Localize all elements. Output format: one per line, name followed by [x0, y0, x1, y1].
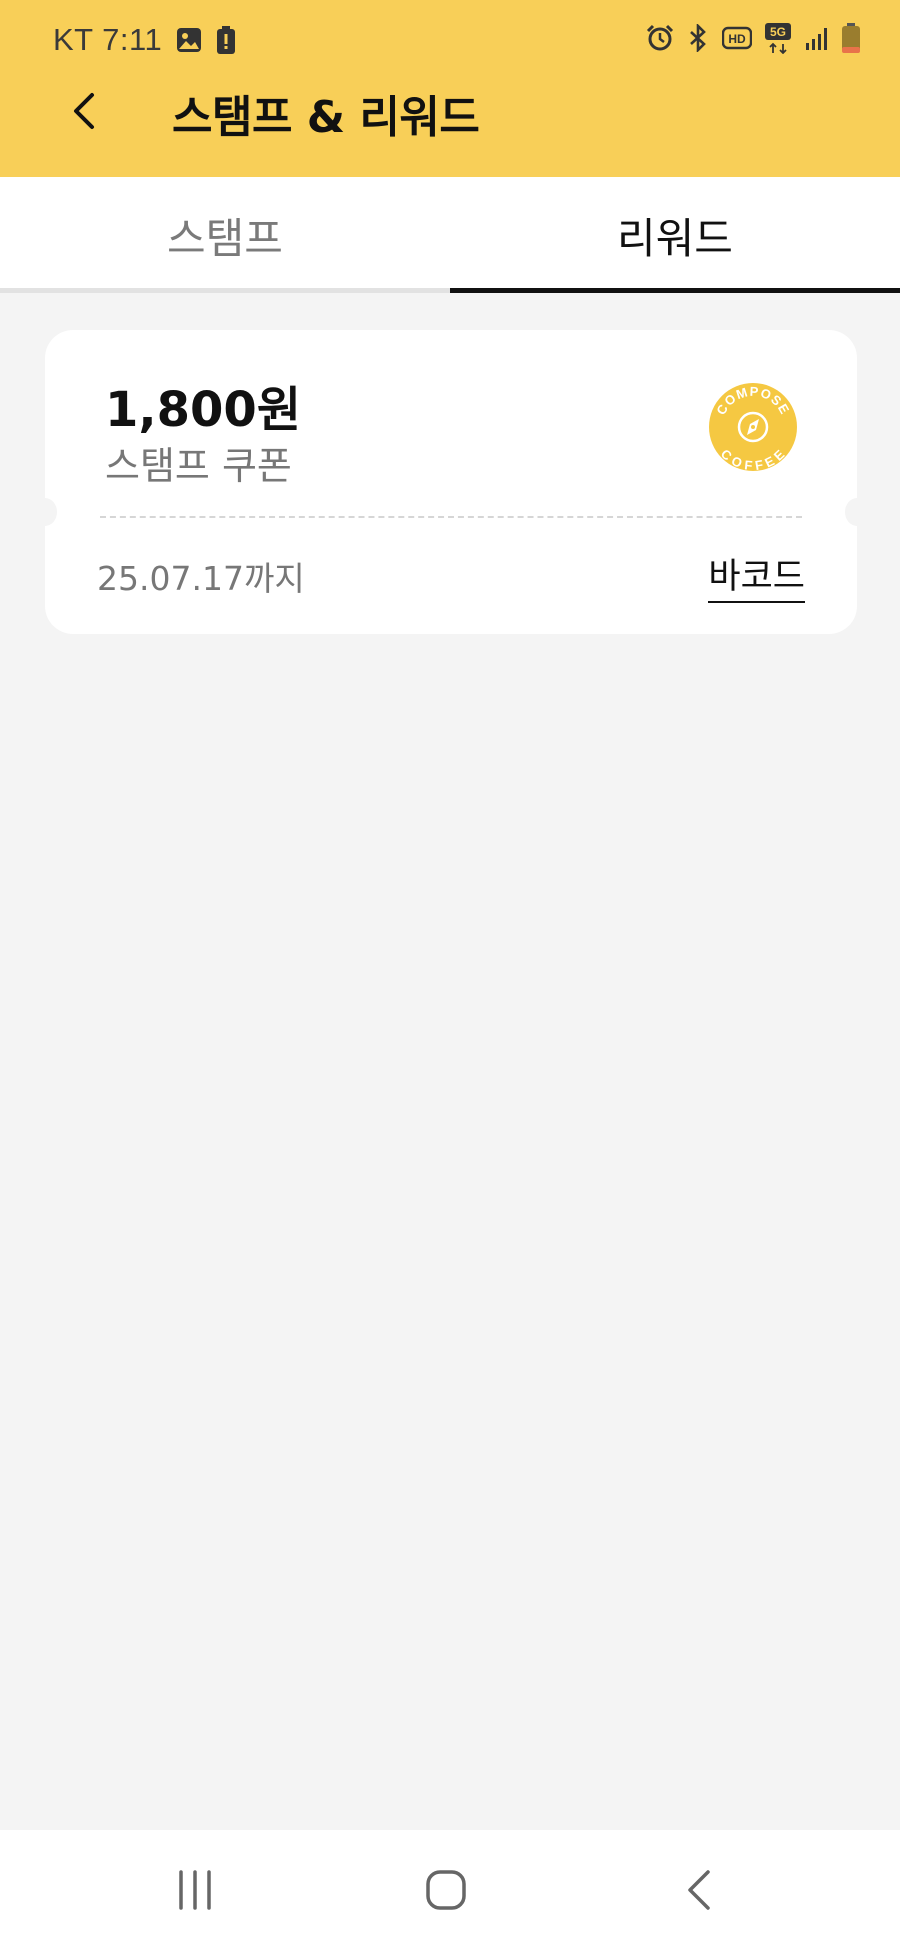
alarm-icon: [646, 24, 674, 52]
tab-active-indicator: [450, 288, 900, 293]
ticket-notch-left: [33, 498, 57, 526]
coupon-amount: 1,800원: [105, 382, 301, 438]
tab-bar: 스탬프 리워드: [0, 177, 900, 293]
status-bar: KT 7:11 HD 5G: [0, 0, 900, 86]
home-icon: [426, 1870, 466, 1910]
coupon-type: 스탬프 쿠폰: [105, 444, 292, 488]
status-right: HD 5G: [646, 22, 860, 54]
hd-voice-icon: HD: [722, 26, 752, 50]
back-icon: [688, 1870, 710, 1910]
app-bar: 스탬프 & 리워드: [0, 86, 900, 177]
page-title: 스탬프 & 리워드: [172, 92, 480, 143]
ticket-divider: [100, 516, 802, 518]
bluetooth-icon: [686, 24, 710, 52]
tab-reward[interactable]: 리워드: [450, 177, 900, 293]
svg-text:HD: HD: [728, 32, 746, 46]
signal-icon: [804, 25, 830, 51]
status-left: KT 7:11: [53, 22, 236, 58]
svg-text:5G: 5G: [770, 25, 786, 39]
chevron-left-icon: [74, 93, 94, 129]
barcode-button[interactable]: 바코드: [708, 548, 805, 603]
ticket-notch-right: [845, 498, 869, 526]
recent-apps-button[interactable]: [155, 1860, 235, 1920]
network-5g-icon: 5G: [764, 22, 792, 54]
carrier-time: KT 7:11: [53, 22, 163, 57]
coupon-expiry: 25.07.17까지: [97, 559, 305, 598]
gallery-notification-icon: [176, 27, 202, 53]
compose-coffee-logo: COMPOSE COFFEE: [708, 382, 798, 473]
battery-icon: [842, 23, 860, 53]
back-button[interactable]: [60, 86, 110, 136]
battery-alert-icon: [216, 26, 236, 54]
home-button[interactable]: [406, 1860, 486, 1920]
tab-divider: [0, 288, 450, 293]
recent-apps-icon: [179, 1870, 211, 1910]
system-nav-bar: [0, 1830, 900, 1950]
tab-stamp[interactable]: 스탬프: [0, 177, 450, 293]
app-header: KT 7:11 HD 5G 스탬프 & 리워드: [0, 0, 900, 177]
system-back-button[interactable]: [660, 1860, 740, 1920]
reward-coupon-card[interactable]: 1,800원 스탬프 쿠폰 COMPOSE COFFEE 25.07.17까지 …: [33, 330, 869, 634]
